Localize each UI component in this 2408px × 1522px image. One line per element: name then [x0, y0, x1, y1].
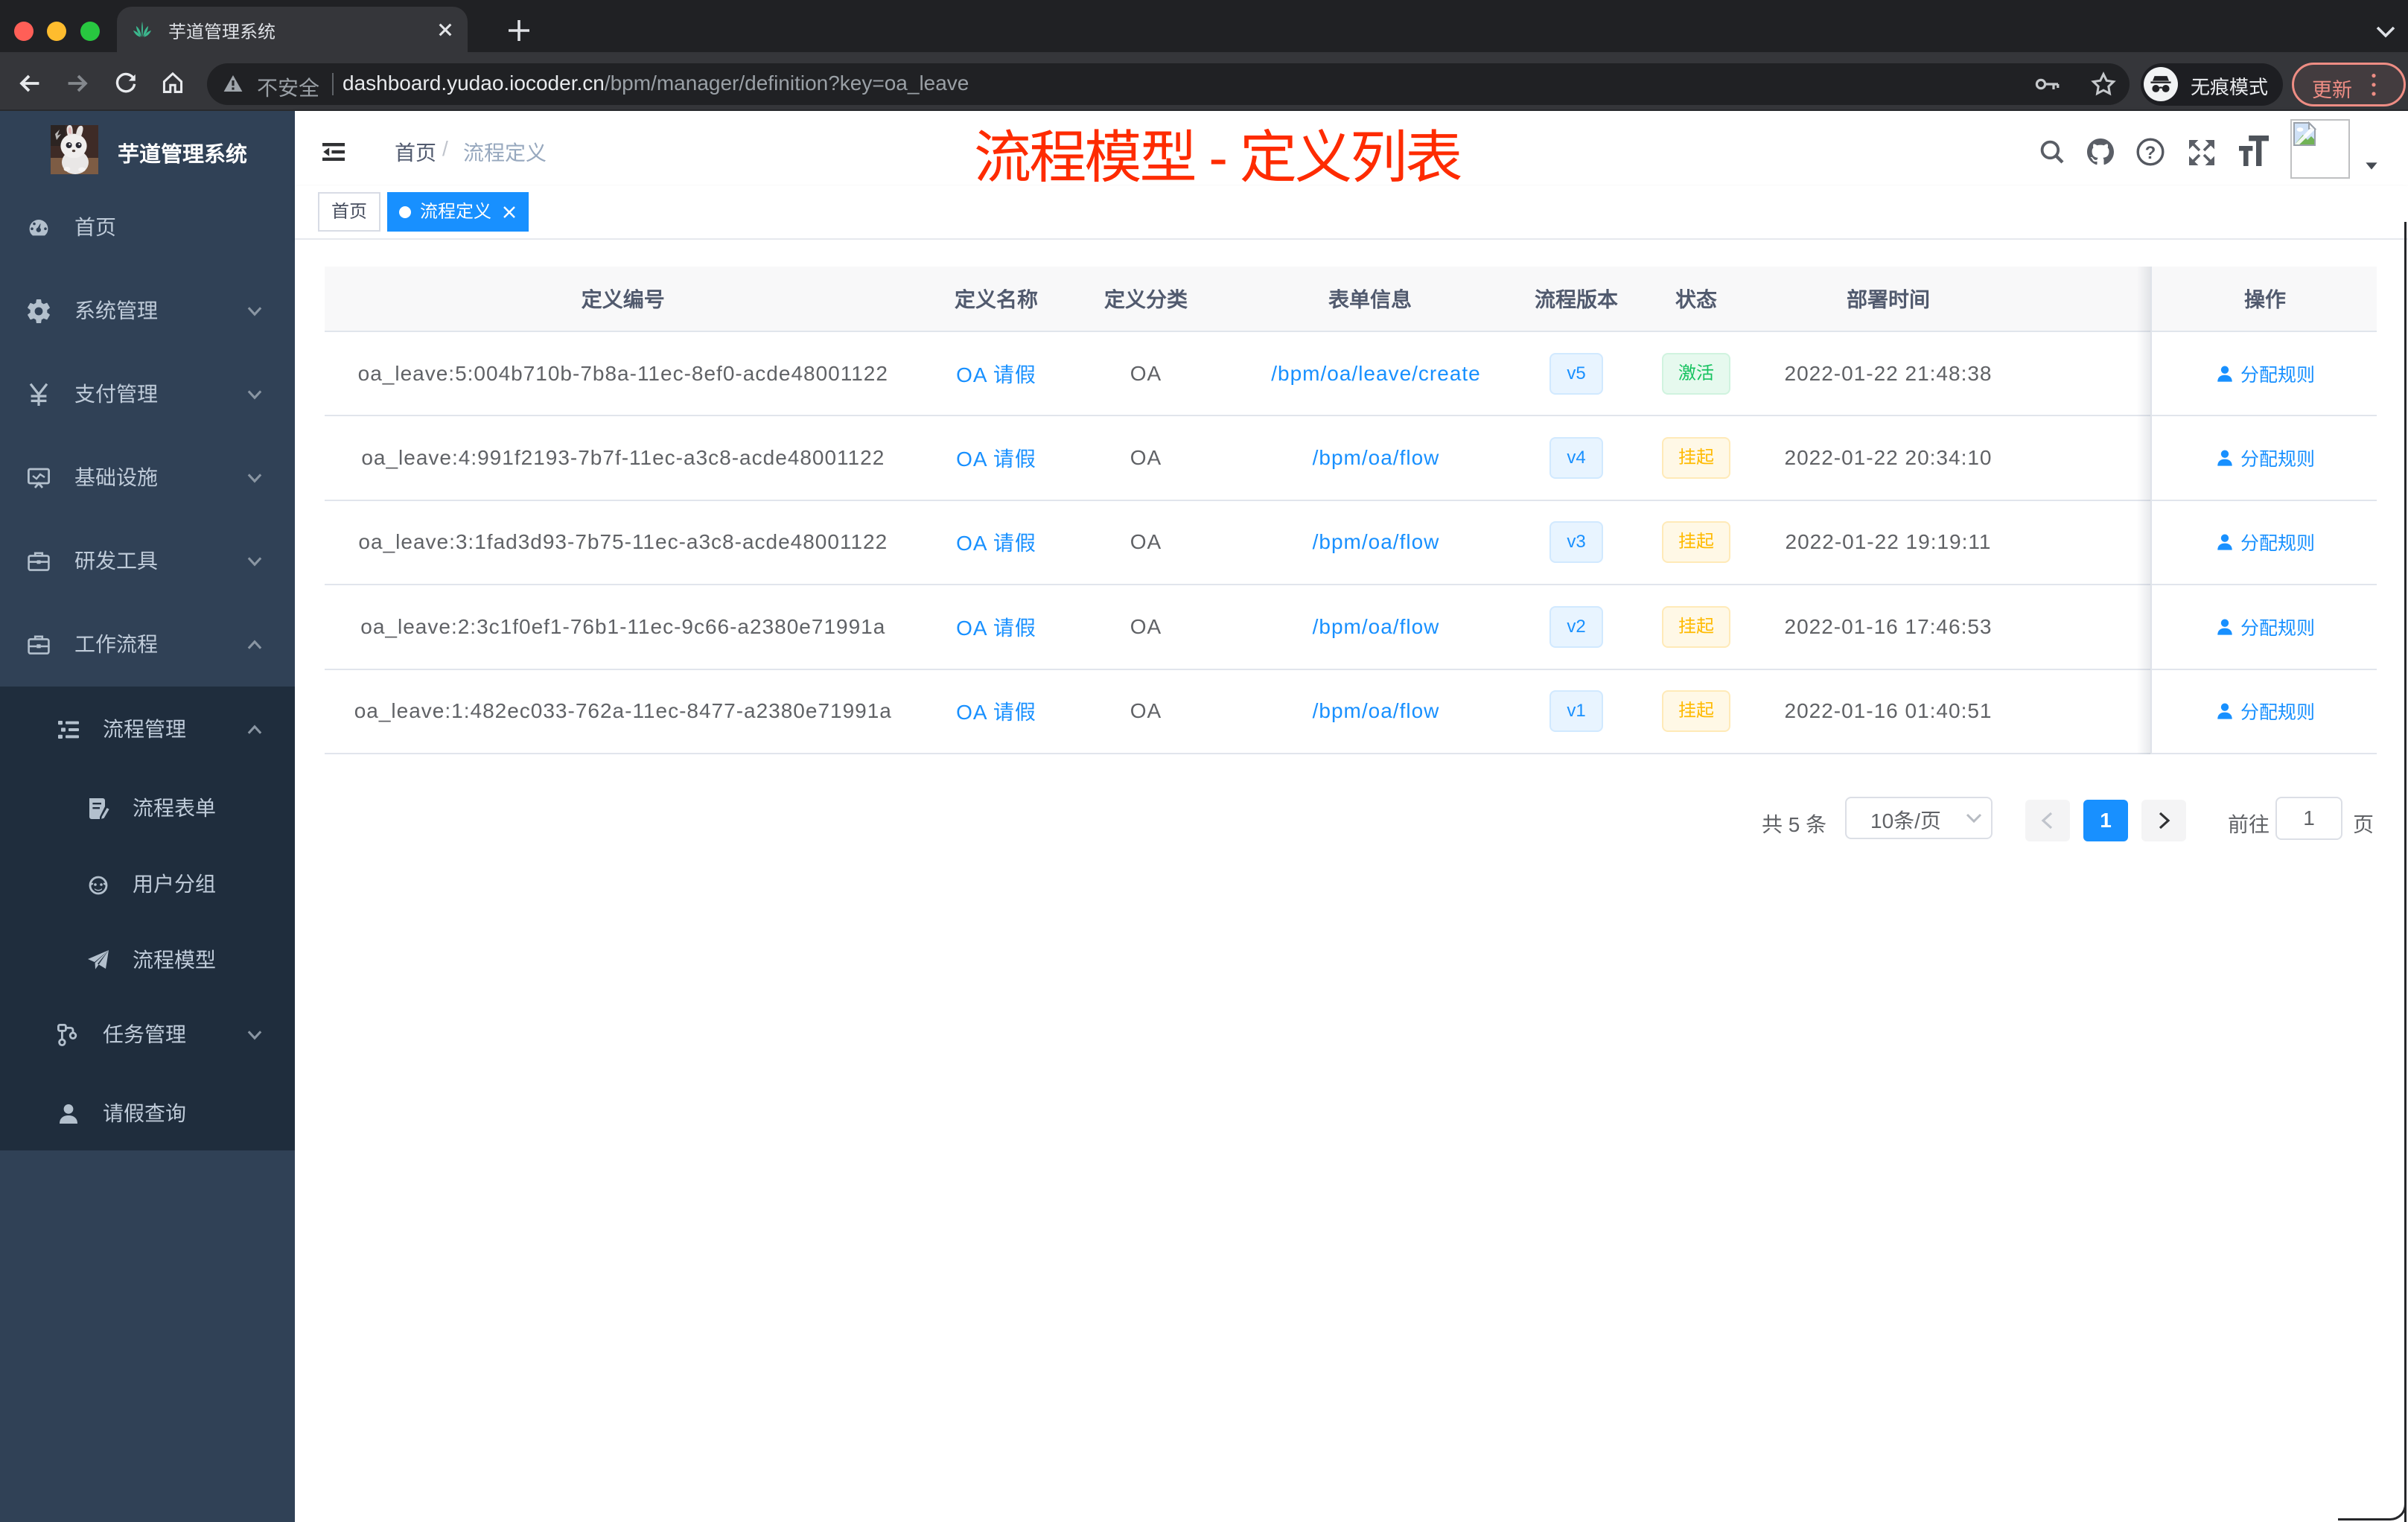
- svg-text:?: ?: [2145, 143, 2156, 163]
